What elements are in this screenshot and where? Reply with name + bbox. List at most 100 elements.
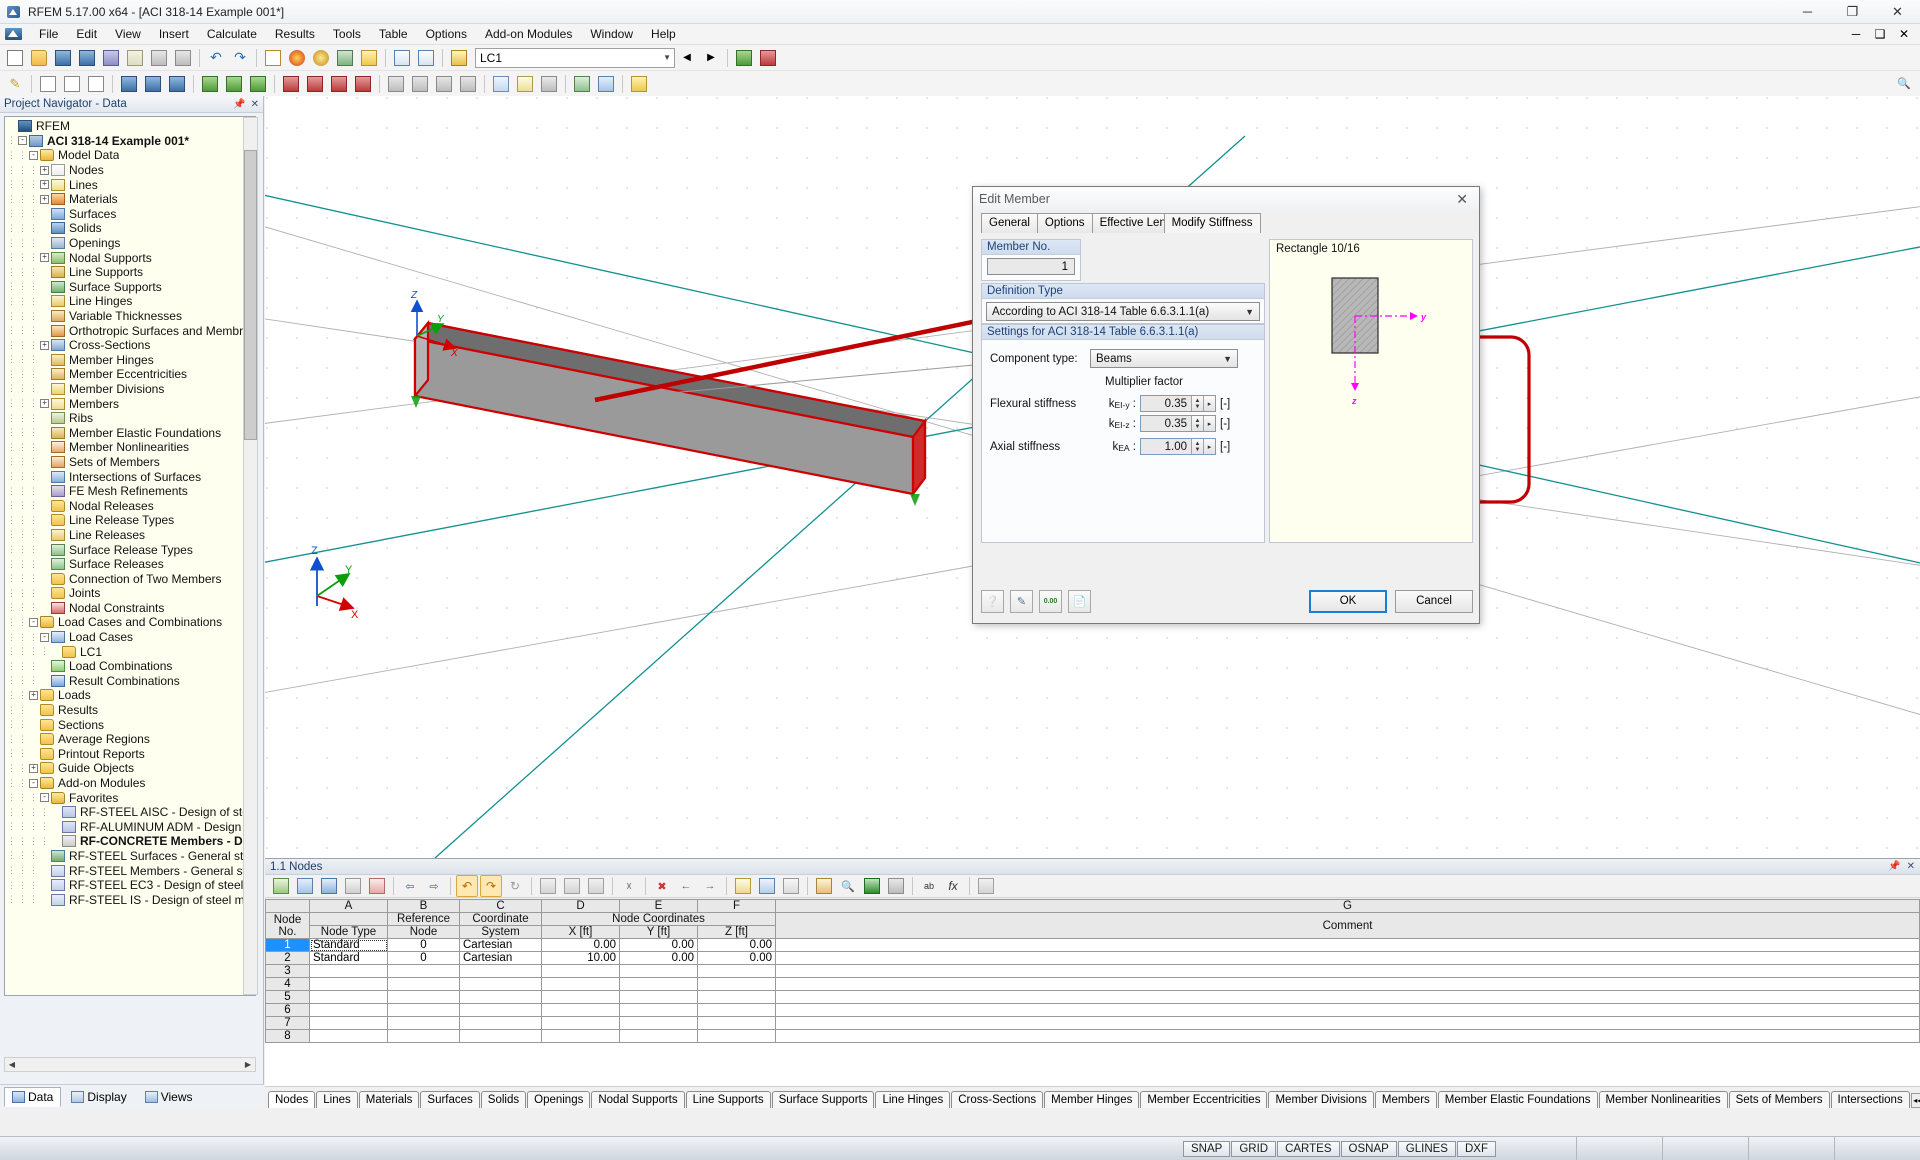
tree-item-joints[interactable]: ⋮⋮⋮Joints <box>7 586 255 601</box>
snap-settings-icon[interactable] <box>628 73 650 95</box>
cell-node-type[interactable] <box>310 978 388 991</box>
render-icon[interactable] <box>286 47 308 69</box>
minimize-button[interactable]: ─ <box>1785 0 1830 24</box>
cell-y[interactable] <box>620 965 698 978</box>
tab-options[interactable]: Options <box>1037 213 1093 233</box>
tree-item-orthotropic-surfaces-and-membranes[interactable]: ⋮⋮⋮Orthotropic Surfaces and Membranes <box>7 323 255 338</box>
tree-item-member-divisions[interactable]: ⋮⋮⋮Member Divisions <box>7 382 255 397</box>
table-undo-icon[interactable]: ↶ <box>456 875 478 897</box>
tree-item-line-releases[interactable]: ⋮⋮⋮Line Releases <box>7 528 255 543</box>
tree-expander-expand-icon[interactable]: + <box>29 691 38 700</box>
table-tab-lines[interactable]: Lines <box>316 1091 358 1108</box>
new-node-icon[interactable] <box>37 73 59 95</box>
table-close-icon[interactable]: ✕ <box>1907 861 1915 872</box>
tree-item-nodes[interactable]: ⋮⋮⋮+Nodes <box>7 163 255 178</box>
cell-reference-node[interactable] <box>388 1004 460 1017</box>
mdi-restore-icon[interactable]: ❑ <box>1869 23 1891 45</box>
spinner-up-down-icon[interactable]: ▲▼ <box>1191 396 1203 411</box>
tree-expander-collapse-icon[interactable]: - <box>18 136 27 145</box>
cell-z[interactable] <box>698 991 776 1004</box>
tree-expander-collapse-icon[interactable]: - <box>29 618 38 627</box>
cell-x[interactable] <box>542 991 620 1004</box>
table-add-row-icon[interactable] <box>537 875 559 897</box>
cell-y[interactable] <box>620 1017 698 1030</box>
scrollbar-thumb[interactable] <box>244 150 257 440</box>
table-view-cols-icon[interactable] <box>756 875 778 897</box>
save-as-icon[interactable] <box>76 47 98 69</box>
menu-edit[interactable]: Edit <box>67 25 106 43</box>
cell-z[interactable] <box>698 1017 776 1030</box>
row-number[interactable]: 6 <box>266 1004 310 1017</box>
cell-coordinate-system[interactable] <box>460 991 542 1004</box>
dialog-close-icon[interactable]: ✕ <box>1451 191 1473 208</box>
table-tab-openings[interactable]: Openings <box>527 1091 590 1108</box>
member-no-input[interactable]: 1 <box>987 258 1075 275</box>
tree-item-surface-releases[interactable]: ⋮⋮⋮Surface Releases <box>7 557 255 572</box>
table-clear-icon[interactable]: ☓ <box>618 875 640 897</box>
tree-item-line-supports[interactable]: ⋮⋮⋮Line Supports <box>7 265 255 280</box>
cell-reference-node[interactable] <box>388 1030 460 1043</box>
tree-item-rfem[interactable]: RFEM <box>7 119 255 134</box>
menu-window[interactable]: Window <box>581 25 642 43</box>
tree-item-surfaces[interactable]: ⋮⋮⋮Surfaces <box>7 207 255 222</box>
redo-icon[interactable]: ↷ <box>229 47 251 69</box>
col-letter-a[interactable]: A <box>310 900 388 913</box>
print-icon[interactable] <box>172 47 194 69</box>
table-row[interactable]: 8 <box>266 1030 1920 1043</box>
table-tab-member-eccentricities[interactable]: Member Eccentricities <box>1140 1091 1267 1108</box>
table-find-icon[interactable]: 🔍 <box>837 875 859 897</box>
row-number[interactable]: 3 <box>266 965 310 978</box>
print-preview-icon[interactable] <box>148 47 170 69</box>
table-tab-member-hinges[interactable]: Member Hinges <box>1044 1091 1139 1108</box>
tree-item-average-regions[interactable]: ⋮⋮Average Regions <box>7 732 255 747</box>
save-icon[interactable] <box>52 47 74 69</box>
col-letter-c[interactable]: C <box>460 900 542 913</box>
cell-node-type[interactable] <box>310 1004 388 1017</box>
tree-item-sets-of-members[interactable]: ⋮⋮⋮Sets of Members <box>7 455 255 470</box>
table-copy-row-icon[interactable] <box>561 875 583 897</box>
tree-expander-collapse-icon[interactable]: - <box>29 151 38 160</box>
tab-first-icon[interactable]: ◂◂ <box>1911 1093 1920 1108</box>
surface-support-icon[interactable] <box>247 73 269 95</box>
tree-item-fe-mesh-refinements[interactable]: ⋮⋮⋮FE Mesh Refinements <box>7 484 255 499</box>
component-type-combo[interactable]: Beams ▼ <box>1090 349 1238 368</box>
cell-y[interactable] <box>620 978 698 991</box>
cell-z[interactable] <box>698 1030 776 1043</box>
nodal-load-icon[interactable] <box>280 73 302 95</box>
ok-button[interactable]: OK <box>1309 590 1387 613</box>
tree-item-surface-supports[interactable]: ⋮⋮⋮Surface Supports <box>7 280 255 295</box>
dimension-icon[interactable] <box>490 73 512 95</box>
cell-comment[interactable] <box>776 1017 1920 1030</box>
rotate-icon[interactable] <box>409 73 431 95</box>
cell-reference-node[interactable] <box>388 991 460 1004</box>
cell-coordinate-system[interactable]: Cartesian <box>460 939 542 952</box>
move-icon[interactable] <box>385 73 407 95</box>
stiffness-spinner[interactable]: 0.35▲▼▸ <box>1140 395 1216 412</box>
table-insert-right-icon[interactable]: → <box>699 875 721 897</box>
tree-item-rf-concrete-members-design-of[interactable]: ⋮⋮⋮⋮RF-CONCRETE Members - Design of <box>7 834 255 849</box>
results-icon[interactable] <box>733 47 755 69</box>
tree-item-member-elastic-foundations[interactable]: ⋮⋮⋮Member Elastic Foundations <box>7 425 255 440</box>
cell-x[interactable] <box>542 978 620 991</box>
table-tab-member-elastic-foundations[interactable]: Member Elastic Foundations <box>1438 1091 1598 1108</box>
cell-comment[interactable] <box>776 1004 1920 1017</box>
view-sphere-icon[interactable] <box>310 47 332 69</box>
tree-item-member-eccentricities[interactable]: ⋮⋮⋮Member Eccentricities <box>7 367 255 382</box>
col-letter-b[interactable]: B <box>388 900 460 913</box>
tree-item-connection-of-two-members[interactable]: ⋮⋮⋮Connection of Two Members <box>7 571 255 586</box>
tree-item-member-hinges[interactable]: ⋮⋮⋮Member Hinges <box>7 353 255 368</box>
cell-coordinate-system[interactable] <box>460 965 542 978</box>
cell-z[interactable] <box>698 1004 776 1017</box>
tree-item-variable-thicknesses[interactable]: ⋮⋮⋮Variable Thicknesses <box>7 309 255 324</box>
col-letter-d[interactable]: D <box>542 900 620 913</box>
table-settings-icon[interactable] <box>780 875 802 897</box>
load-case-new-icon[interactable] <box>448 47 470 69</box>
table-rename-icon[interactable]: ab <box>918 875 940 897</box>
tab-modify-stiffness[interactable]: Modify Stiffness <box>1164 213 1261 233</box>
cell-x[interactable] <box>542 1030 620 1043</box>
tree-item-nodal-constraints[interactable]: ⋮⋮⋮Nodal Constraints <box>7 601 255 616</box>
member-load-icon[interactable] <box>328 73 350 95</box>
cell-comment[interactable] <box>776 991 1920 1004</box>
cell-z[interactable] <box>698 978 776 991</box>
calculate-icon[interactable] <box>757 47 779 69</box>
